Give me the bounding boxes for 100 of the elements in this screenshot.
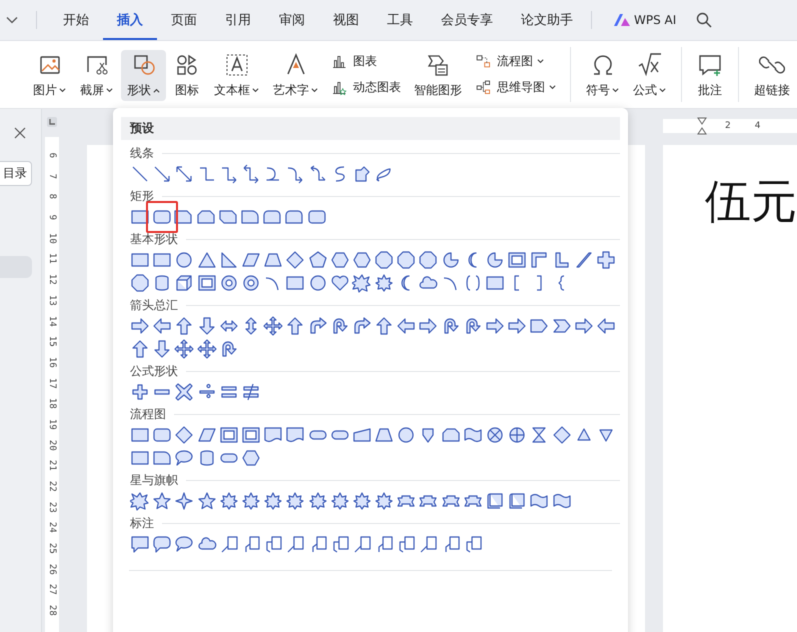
shape-icon[interactable] [507,250,528,270]
shape-icon[interactable] [174,164,194,184]
shape-icon[interactable] [352,316,372,336]
shape-icon[interactable] [440,250,461,270]
shape-icon[interactable] [418,250,438,270]
shape-icon[interactable] [485,491,505,511]
menu-tab[interactable]: 页面 [157,0,211,40]
shape-icon[interactable] [152,534,172,554]
shape-icon[interactable] [596,316,616,336]
wps-ai-button[interactable]: WPS AI [608,12,682,28]
shape-icon[interactable] [552,491,572,511]
shape-icon[interactable] [485,316,505,336]
shape-icon[interactable] [308,316,328,336]
shape-icon[interactable] [374,273,394,293]
shape-icon[interactable] [146,200,178,232]
shape-icon[interactable] [174,448,194,468]
shape-icon[interactable] [574,316,594,336]
shape-icon[interactable] [330,491,350,511]
ribbon-button[interactable]: 艺术字 [267,50,324,101]
shape-icon[interactable] [352,491,372,511]
shape-icon[interactable] [529,250,550,270]
ribbon-button[interactable]: 截屏 [74,50,119,101]
shape-icon[interactable] [285,534,306,554]
menu-tab[interactable]: 会员专享 [427,0,507,40]
shape-icon[interactable] [308,273,328,293]
shape-icon[interactable] [285,491,306,511]
shape-icon[interactable] [552,425,572,445]
shape-icon[interactable] [130,316,150,336]
shape-icon[interactable] [574,250,594,270]
shape-icon[interactable] [263,425,284,445]
shape-icon[interactable] [240,491,261,511]
ribbon-button[interactable]: 超链接 [748,50,796,101]
shape-icon[interactable] [174,339,194,359]
menu-tab[interactable]: 开始 [49,0,103,40]
shape-icon[interactable] [130,491,150,511]
ribbon-button[interactable]: 图标 [168,50,206,101]
shape-icon[interactable] [152,339,172,359]
ribbon-button[interactable]: 动态图表 [331,78,401,96]
shape-icon[interactable] [174,250,194,270]
shape-icon[interactable] [218,273,239,293]
toc-button[interactable]: 目录 [0,161,32,186]
shape-icon[interactable] [218,425,239,445]
shape-icon[interactable] [130,382,150,402]
ribbon-button[interactable]: 文本框 [208,50,265,101]
ribbon-button[interactable]: 流程图 [475,52,556,70]
shape-icon[interactable] [174,316,194,336]
shape-icon[interactable] [285,316,306,336]
shape-icon[interactable] [152,316,172,336]
ribbon-button[interactable]: 符号 [580,50,625,101]
shape-icon[interactable] [396,316,416,336]
ribbon-button[interactable]: 思维导图 [475,78,556,96]
shape-icon[interactable] [218,491,239,511]
shape-icon[interactable] [218,250,239,270]
shape-icon[interactable] [196,491,217,511]
shape-icon[interactable] [396,425,416,445]
shape-icon[interactable] [196,339,217,359]
menu-tab[interactable]: 插入 [103,0,157,40]
shape-icon[interactable] [418,316,438,336]
menu-tab[interactable]: 审阅 [265,0,319,40]
shape-icon[interactable] [152,491,172,511]
shape-icon[interactable] [374,250,394,270]
shape-icon[interactable] [285,250,306,270]
shape-icon[interactable] [240,273,261,293]
shape-icon[interactable] [507,316,528,336]
shape-icon[interactable] [174,273,194,293]
ribbon-button[interactable]: 智能图形 [408,50,468,101]
shape-icon[interactable] [174,425,194,445]
shape-icon[interactable] [174,382,194,402]
shape-icon[interactable] [240,382,261,402]
shape-icon[interactable] [174,534,194,554]
search-icon[interactable] [696,12,712,28]
shape-icon[interactable] [418,534,438,554]
shape-icon[interactable] [308,491,328,511]
ribbon-button[interactable]: 公式 [627,50,672,101]
shape-icon[interactable] [285,425,306,445]
shape-icon[interactable] [130,534,150,554]
shape-icon[interactable] [240,448,261,468]
shape-icon[interactable] [130,273,150,293]
shape-icon[interactable] [374,491,394,511]
chevron-icon[interactable] [6,16,18,24]
shape-icon[interactable] [130,339,150,359]
shape-icon[interactable] [330,273,350,293]
menu-tab[interactable]: 视图 [319,0,373,40]
shape-icon[interactable] [130,164,150,184]
ribbon-button[interactable]: 批注 [691,50,729,101]
ribbon-button[interactable]: 图片 [27,50,72,101]
shape-icon[interactable] [352,273,372,293]
shape-icon[interactable] [485,425,505,445]
ribbon-button[interactable]: 图表 [331,52,401,70]
shape-icon[interactable] [308,250,328,270]
menu-tab[interactable]: 工具 [373,0,427,40]
shape-icon[interactable] [596,250,616,270]
shape-icon[interactable] [263,316,284,336]
shape-icon[interactable] [196,250,217,270]
close-icon[interactable] [14,127,26,139]
shape-icon[interactable] [462,425,483,445]
shape-icon[interactable] [196,316,217,336]
indent-marker-icon[interactable] [697,117,707,135]
shape-icon[interactable] [240,425,261,445]
menu-tab[interactable]: 论文助手 [507,0,587,40]
